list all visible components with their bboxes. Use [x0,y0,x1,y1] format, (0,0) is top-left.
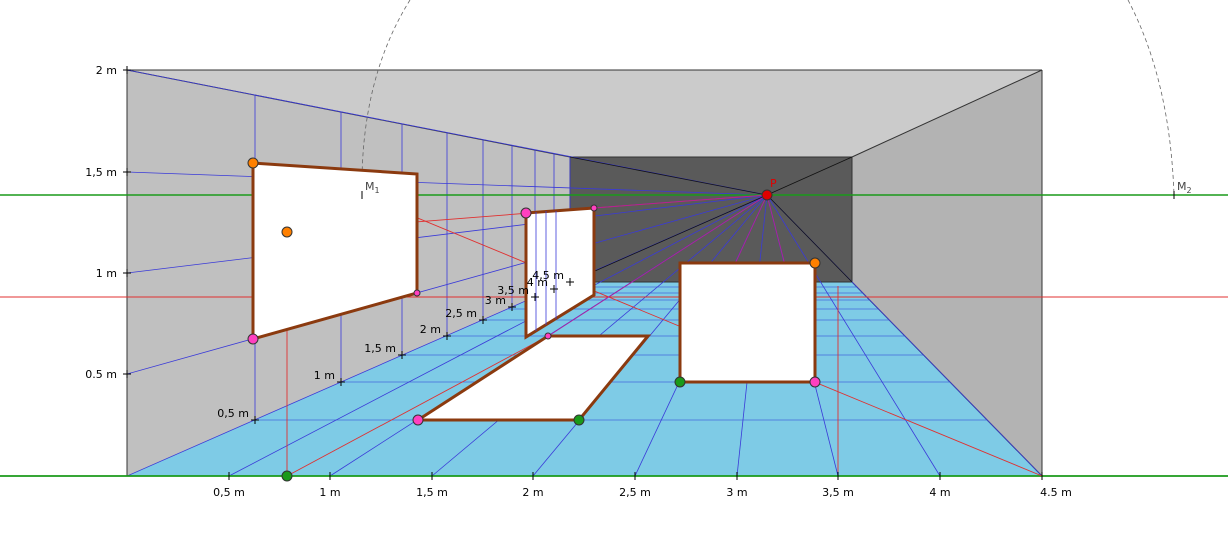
point-standing-frame-top [809,257,821,269]
depth-label-6: 3,5 m [497,284,529,297]
left-label-3: 0.5 m [85,368,117,381]
point-floor-frame-right [573,414,585,426]
point-middle-frame-corner [590,204,598,212]
point-middle-frame-top [520,207,532,219]
depth-label-8: 4,5 m [532,269,564,282]
bottom-label-3: 2 m [522,486,543,499]
depth-label-2: 1,5 m [364,342,396,355]
perspective-drawing: 0,5 m 1 m 1,5 m 2 m 2,5 m 3 m 3,5 m 4 m 4.5 m 2 … [0,0,1228,534]
perspective-canvas: 0,5 m 1 m 1,5 m 2 m 2,5 m 3 m 3,5 m 4 m 4.5 m 2 … [0,0,1228,499]
point-standing-frame-left [674,376,686,388]
depth-label-3: 2 m [420,323,441,336]
m2-label: M2 [1177,180,1192,195]
depth-label-1: 1 m [314,369,335,382]
point-left-frame-bottom [247,333,259,345]
point-ground [281,470,293,482]
left-label-1: 1,5 m [85,166,117,179]
point-floor-frame-left [412,414,424,426]
bottom-scale: 0,5 m 1 m 1,5 m 2 m 2,5 m 3 m 3,5 m 4 m 4.5 m [213,486,1072,499]
point-red-top [281,226,293,238]
bottom-label-2: 1,5 m [416,486,448,499]
point-standing-frame-right [809,376,821,388]
standing-frame [678,261,817,384]
left-label-2: 1 m [96,267,117,280]
bottom-label-4: 2,5 m [619,486,651,499]
vanishing-point [761,189,773,201]
measure-arc-right [1127,0,1175,196]
bottom-label-0: 0,5 m [213,486,245,499]
bottom-label-8: 4.5 m [1040,486,1072,499]
bottom-label-5: 3 m [726,486,747,499]
vanishing-point-label: P [770,177,777,190]
left-label-0: 2 m [96,64,117,77]
point-left-frame-top [247,157,259,169]
left-scale: 2 m 1,5 m 1 m 0.5 m [85,64,117,381]
point-left-frame-corner [413,289,421,297]
depth-label-0: 0,5 m [217,407,249,420]
depth-label-4: 2,5 m [445,307,477,320]
bottom-label-1: 1 m [319,486,340,499]
bottom-label-7: 4 m [929,486,950,499]
bottom-label-6: 3,5 m [822,486,854,499]
point-floor-frame-back [544,332,552,340]
